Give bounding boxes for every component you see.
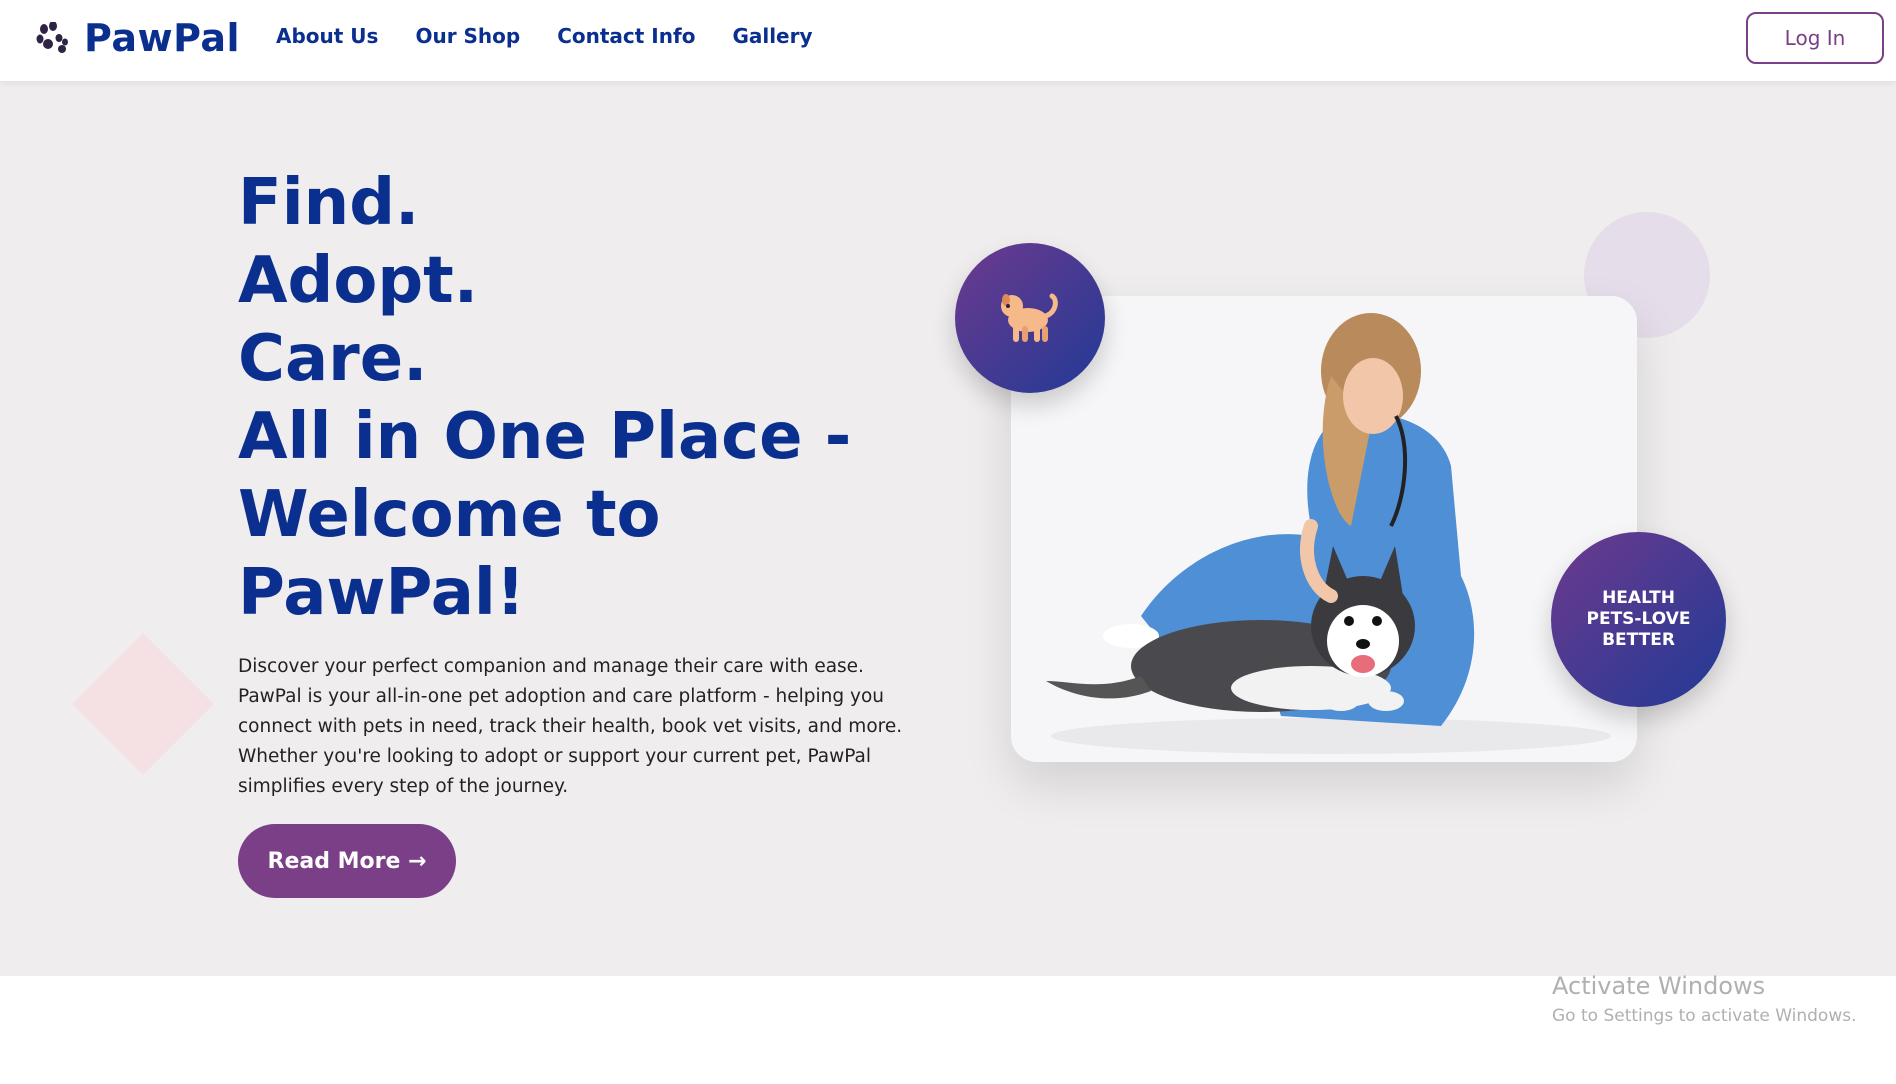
hero-section: Find. Adopt. Care. All in One Place - We… [0, 82, 1896, 976]
badge-line: HEALTH [1602, 588, 1675, 608]
hero-image-card [1011, 296, 1637, 762]
headline-line: PawPal! [238, 556, 525, 630]
windows-watermark-subtitle: Go to Settings to activate Windows. [1552, 1006, 1857, 1026]
dog-icon [1001, 293, 1058, 342]
hero-description: Discover your perfect companion and mana… [238, 656, 903, 797]
dog-badge [955, 243, 1105, 393]
decorative-diamond [72, 633, 214, 775]
main-nav: About Us Our Shop Contact Info Gallery [276, 24, 813, 48]
nav-our-shop[interactable]: Our Shop [415, 24, 520, 48]
paw-icon [36, 22, 68, 53]
read-more-button[interactable]: Read More → [238, 824, 456, 898]
login-button[interactable]: Log In [1746, 12, 1884, 64]
logo[interactable]: PawPal [36, 16, 240, 60]
headline-line: All in One Place - [238, 400, 852, 474]
windows-watermark-title: Activate Windows [1552, 972, 1766, 1000]
health-badge: HEALTH PETS-LOVE BETTER [1551, 532, 1726, 707]
vet-with-husky-image [1011, 296, 1637, 762]
nav-gallery[interactable]: Gallery [732, 24, 812, 48]
headline-line: Adopt. [238, 244, 479, 318]
brand-name: PawPal [84, 16, 241, 60]
top-navbar: PawPal About Us Our Shop Contact Info Ga… [0, 0, 1896, 82]
headline-line: Find. [238, 166, 420, 240]
hero-headline: Find. Adopt. Care. All in One Place - We… [238, 164, 878, 632]
headline-line: Welcome to [238, 478, 661, 552]
nav-contact-info[interactable]: Contact Info [557, 24, 695, 48]
nav-about-us[interactable]: About Us [276, 24, 378, 48]
badge-line: BETTER [1602, 630, 1675, 650]
badge-line: PETS-LOVE [1586, 609, 1691, 629]
headline-line: Care. [238, 322, 428, 396]
